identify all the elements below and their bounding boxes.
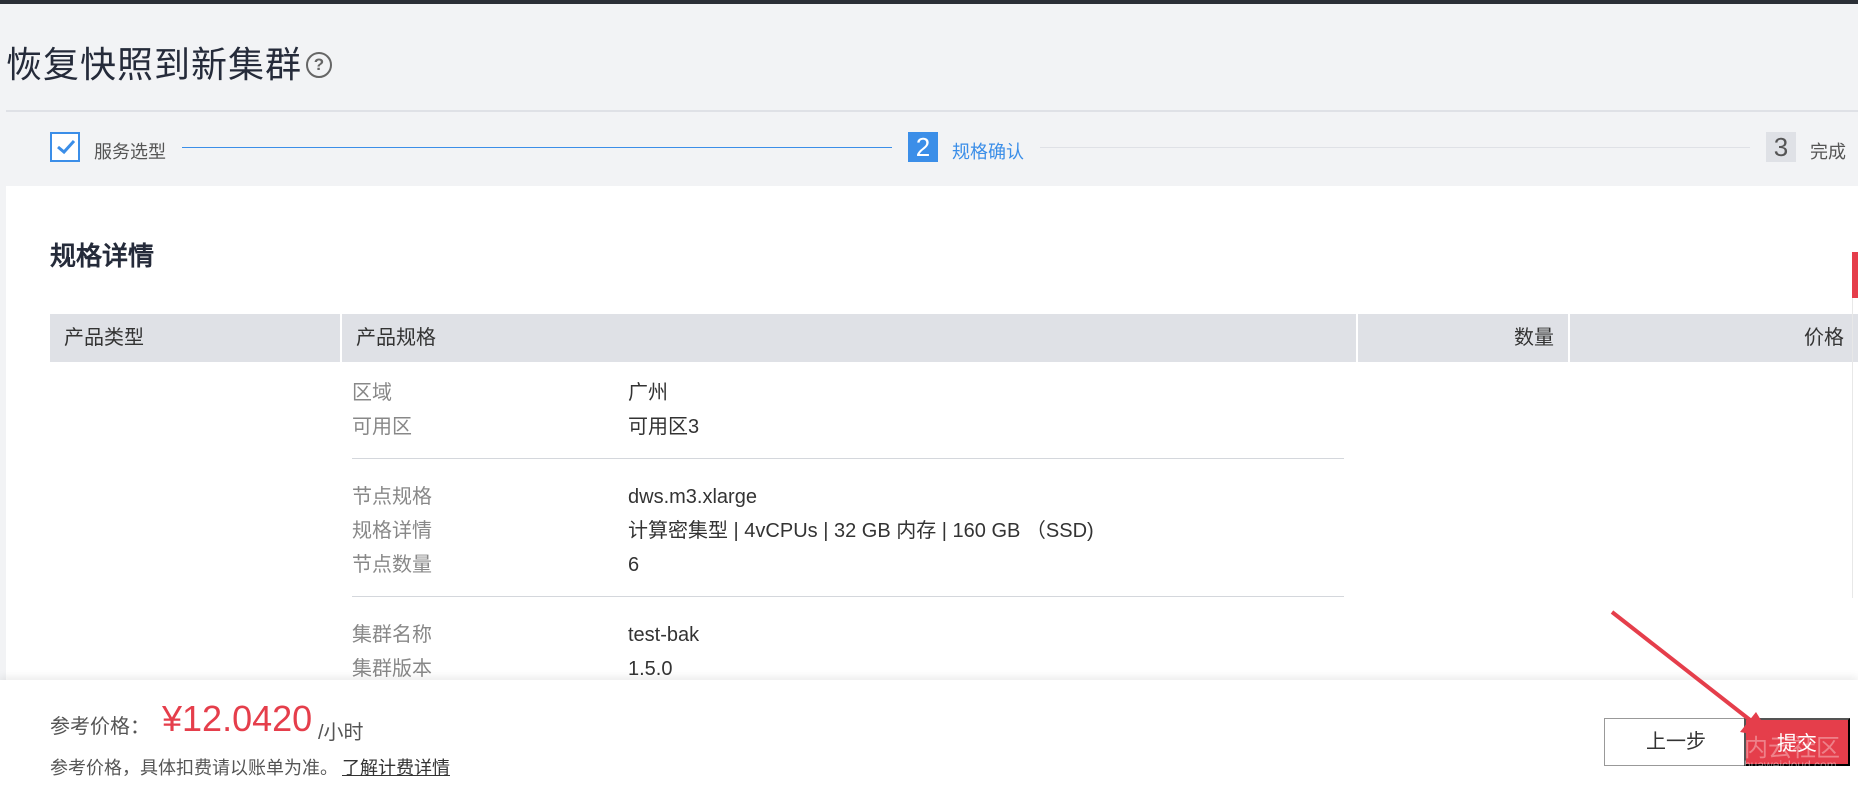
step-1-label: 服务选型 [94,142,166,162]
spec-key: 集群名称 [352,624,432,646]
wizard-steps: 服务选型 2 规格确认 3 完成 [0,112,1858,186]
spec-divider [352,596,1344,597]
spec-value: 可用区3 [628,416,700,438]
question-circle-icon[interactable]: ? [306,52,332,78]
spec-key: 规格详情 [352,520,432,542]
step-2-label: 规格确认 [952,142,1024,162]
spec-key: 节点数量 [352,554,432,576]
spec-key: 可用区 [352,416,412,438]
page-title: 恢复快照到新集群 [6,44,303,85]
side-panel-edge [1852,298,1858,598]
check-icon [50,132,80,162]
step-3-number: 3 [1766,132,1796,162]
billing-details-link[interactable]: 了解计费详情 [342,754,450,780]
table-header-type: 产品类型 [50,314,340,362]
spec-value: dws.m3.xlarge [628,486,757,508]
step-connector-pending [1040,147,1750,148]
side-panel-tab[interactable] [1852,252,1858,298]
spec-value: 广州 [628,382,668,404]
price-value: ¥12.0420 [162,698,313,739]
step-connector-done [182,147,892,148]
table-header-qty: 数量 [1358,314,1568,362]
spec-key: 节点规格 [352,486,432,508]
step-2-number: 2 [908,132,938,162]
price-unit: /小时 [318,722,364,744]
spec-value: test-bak [628,624,700,646]
table-header-spec: 产品规格 [342,314,1356,362]
watermark-url: huaweicloud.com [1744,758,1837,772]
spec-divider [352,458,1344,459]
price-label: 参考价格： [50,716,150,738]
spec-key: 区域 [352,382,392,404]
table-header-price: 价格 [1570,314,1858,362]
spec-value: 6 [628,554,640,576]
spec-value: 计算密集型 | 4vCPUs | 32 GB 内存 | 160 GB （SSD) [628,520,1094,542]
top-bar [0,0,1858,4]
footer-bar: 参考价格： ¥12.0420 /小时 参考价格，具体扣费请以账单为准。 了解计费… [0,680,1858,788]
price-note: 参考价格，具体扣费请以账单为准。 [50,758,338,778]
annotation-arrow-icon [1610,610,1772,738]
section-title: 规格详情 [50,241,155,271]
step-3-label: 完成 [1810,142,1846,162]
